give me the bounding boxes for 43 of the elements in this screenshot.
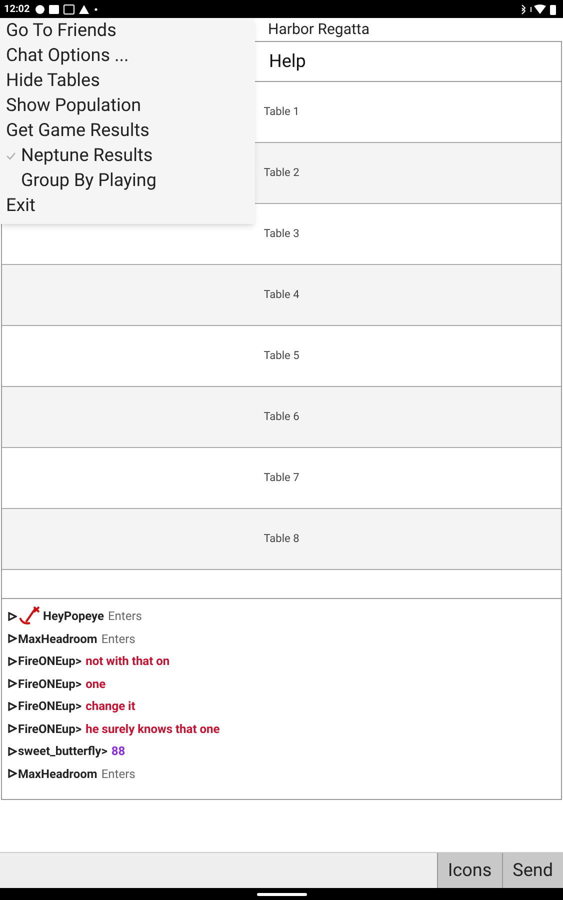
triangle-marker-icon	[8, 769, 17, 778]
menu-item[interactable]: Go To Friends	[0, 18, 255, 43]
triangle-marker-icon	[8, 724, 17, 734]
chat-username: MaxHeadroom	[18, 630, 98, 648]
table-row[interactable]: Table 8	[2, 509, 561, 570]
triangle-marker-icon	[8, 746, 17, 756]
chat-event: Enters	[108, 608, 142, 626]
menu-item[interactable]: Chat Options ...	[0, 43, 255, 68]
chat-username: MaxHeadroom	[18, 766, 98, 783]
triangle-marker-icon	[8, 656, 17, 666]
chat-username: FireONEup>	[18, 720, 82, 738]
menu-item[interactable]: Neptune Results	[0, 143, 255, 168]
chat-message: change it	[86, 698, 136, 716]
chat-username: FireONEup>	[18, 653, 82, 670]
input-bar-button[interactable]: Send	[502, 853, 563, 888]
chat-event: Enters	[101, 630, 136, 648]
chat-message: he surely knows that one	[86, 720, 220, 738]
chat-event: Enters	[101, 766, 136, 783]
help-label: Help	[269, 50, 306, 74]
menu-item[interactable]: Group By Playing	[0, 168, 255, 193]
chat-username: sweet_butterfly>	[18, 743, 108, 760]
chat-username: FireONEup>	[18, 698, 82, 716]
system-status-icons-drawing	[519, 4, 559, 14]
triangle-marker-icon	[8, 634, 17, 644]
menu-item[interactable]: Show Population	[0, 93, 255, 118]
chat-message: one	[86, 676, 106, 693]
table-row[interactable]: Table 6	[2, 387, 561, 448]
table-row[interactable]: Table 4	[2, 265, 561, 326]
menu-item[interactable]: Get Game Results	[0, 118, 255, 143]
triangle-marker-icon	[8, 612, 17, 621]
chat-username: HeyPopeye	[43, 608, 104, 626]
home-handle[interactable]	[256, 892, 306, 896]
triangle-marker-icon	[8, 679, 17, 688]
chat-message: 88	[111, 743, 126, 760]
triangle-marker-icon	[8, 702, 17, 711]
room-title: Harbor Regatta	[268, 19, 370, 40]
clock: 12:02	[4, 2, 30, 16]
chat-message: not with that on	[86, 653, 170, 670]
anchor-icon	[18, 606, 42, 626]
input-bar-button[interactable]: Icons	[436, 853, 502, 888]
chat-input-field[interactable]	[0, 853, 437, 888]
notification-icons-drawing	[34, 4, 99, 14]
chat-username: FireONEup>	[18, 676, 82, 693]
